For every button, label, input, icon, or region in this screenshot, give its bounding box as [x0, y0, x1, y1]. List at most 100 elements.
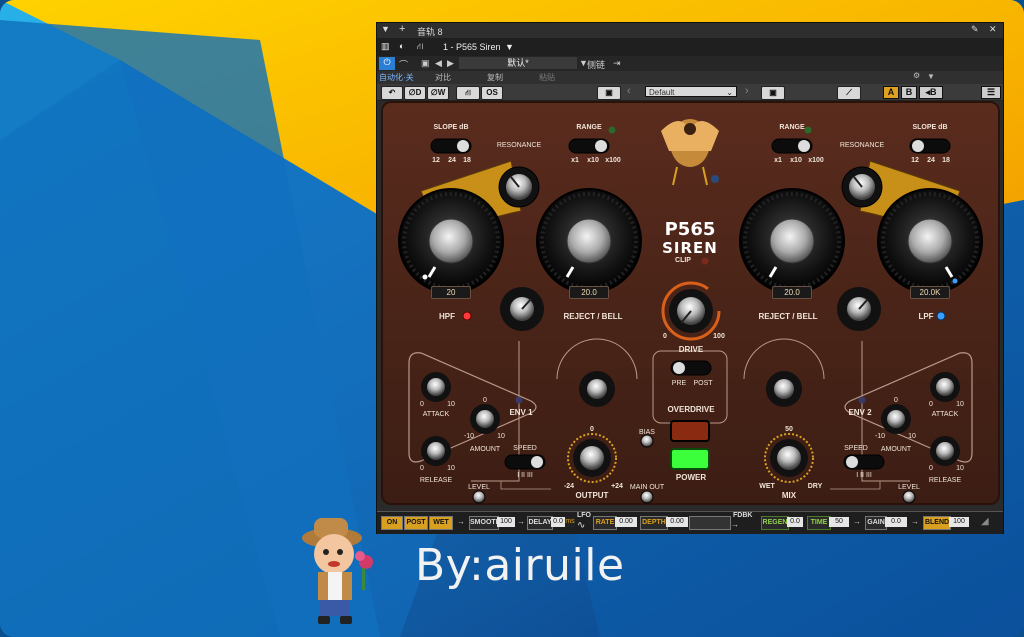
rate-value[interactable]: 0.00 [615, 517, 637, 527]
prev-preset-icon[interactable]: ◀ [435, 58, 442, 69]
left-bell-shape-knob [556, 338, 638, 407]
close-icon[interactable]: ✕ [989, 24, 997, 35]
arrow-right-icon: → [457, 517, 465, 526]
output-max: +24 [611, 483, 623, 490]
pin-icon[interactable]: ✎ [971, 24, 979, 35]
right-bell-value[interactable]: 20.0 [772, 286, 812, 299]
left-range-title: RANGE [576, 124, 602, 131]
plugin-slot-name[interactable]: 1 - P565 Siren [443, 42, 501, 52]
b-button[interactable]: B [901, 86, 917, 99]
power-toggle-icon[interactable]: ⏻ [379, 57, 395, 70]
right-range-x1: x1 [774, 157, 782, 164]
mix-dry: DRY [807, 483, 823, 490]
rack-icon[interactable]: ▥ [381, 41, 390, 52]
compare-button[interactable]: 对比 [435, 72, 451, 83]
automation-off-label[interactable]: 自动化·关 [379, 72, 414, 83]
preset-select[interactable]: Default ⌄ [645, 86, 737, 97]
gain-label: GAIN [865, 516, 887, 530]
env2-attack-knob [930, 372, 960, 402]
lfo-shape-selector[interactable] [689, 516, 731, 530]
blend-label: BLEND [923, 516, 951, 530]
smooth-label: SMOOTH [469, 516, 501, 530]
copy-button[interactable]: 复制 [487, 72, 503, 83]
delta-d-button[interactable]: ∅D [404, 86, 426, 100]
slot-dropdown-icon[interactable]: ▼ [505, 42, 514, 52]
brand-model: P565 [664, 219, 716, 240]
power-label: POWER [675, 473, 707, 482]
lpf-label: LPF [918, 312, 934, 321]
settings-dropdown-icon[interactable]: ▼ [927, 72, 935, 81]
lpf-knob [877, 188, 983, 294]
left-slope-opt-24: 24 [448, 157, 456, 164]
env1-title: ENV 1 [509, 408, 533, 417]
plugin-slot-bar: ▥ ◐ ⛙ 1 - P565 Siren ▼ [377, 38, 1003, 56]
left-range-led [608, 126, 616, 134]
bias-knob [640, 434, 654, 448]
delta-w-button[interactable]: ∅W [427, 86, 449, 100]
paste-button[interactable]: 粘贴 [539, 72, 555, 83]
a-button[interactable]: A [883, 86, 899, 99]
save-icon[interactable]: ▣ [597, 86, 621, 100]
output-knob [567, 433, 617, 483]
env2-amount-10: 10 [908, 433, 916, 440]
menu-triangle-icon[interactable]: ▼ [381, 24, 390, 34]
right-bell-label: REJECT / BELL [758, 312, 818, 321]
delay-value[interactable]: 0.0 [551, 517, 565, 527]
env1-led [515, 396, 523, 404]
arrow-right-icon: → [517, 517, 525, 526]
left-q-knob [500, 287, 544, 331]
drive-pre-label: PRE [671, 380, 687, 387]
sidechain-icon[interactable]: ⇥ [613, 58, 621, 69]
main-out-knob [640, 490, 654, 504]
settings-gear-icon[interactable]: ⚙ [913, 71, 920, 80]
right-range-x10: x10 [790, 157, 802, 164]
save-as-icon[interactable]: ▣ [761, 86, 785, 100]
depth-label: DEPTH [640, 516, 668, 530]
arrow-right-icon: → [853, 517, 861, 526]
env1-speed-opts: I II III [517, 472, 533, 479]
prev-icon[interactable]: ‹ [627, 85, 631, 97]
menu-icon[interactable]: ☰ [981, 86, 1001, 99]
left-slope-opt-12: 12 [432, 157, 440, 164]
resize-grip-icon[interactable]: ◢ [981, 516, 989, 527]
env2-level-label: LEVEL [898, 484, 920, 491]
next-preset-icon[interactable]: ▶ [447, 58, 454, 69]
output-label: OUTPUT [575, 491, 609, 500]
smooth-value[interactable]: 100 [497, 517, 515, 527]
depth-value[interactable]: 0.00 [666, 517, 688, 527]
curve-icon[interactable]: ⟋ [837, 86, 861, 100]
bias-label: BIAS [639, 429, 655, 436]
undo-icon[interactable]: ↶ [381, 86, 403, 100]
host-preset-select[interactable]: 默认* [459, 57, 577, 69]
lpf-led [936, 311, 946, 321]
hpf-label: HPF [439, 312, 455, 321]
oversampling-button[interactable]: OS [481, 86, 503, 100]
track-title: 音轨 8 [417, 27, 443, 37]
add-icon[interactable]: + [399, 23, 405, 35]
routing-button[interactable]: ⛙ [456, 86, 480, 100]
hpf-value[interactable]: 20 [431, 286, 471, 299]
clip-led [701, 257, 709, 265]
left-bell-value[interactable]: 20.0 [569, 286, 609, 299]
next-icon[interactable]: › [745, 85, 749, 97]
phase-icon: ∅ [430, 88, 438, 97]
meter-icon[interactable]: ◐ [399, 41, 404, 51]
lpf-value[interactable]: 20.0K [910, 286, 950, 299]
clip-label: CLIP [675, 257, 691, 264]
siren-bird-logo [661, 119, 719, 186]
gain-value[interactable]: 0.0 [885, 517, 907, 527]
sidechain-label[interactable]: 侧链 [587, 58, 605, 71]
mix-wet: WET [759, 483, 775, 490]
time-value[interactable]: 50 [829, 517, 849, 527]
routing-icon[interactable]: ⛙ [417, 41, 423, 53]
save-preset-icon[interactable]: ▣ [421, 58, 430, 69]
blend-value[interactable]: 100 [949, 517, 969, 527]
regen-value[interactable]: 0.0 [787, 517, 803, 527]
left-slope-opt-18: 18 [463, 157, 471, 164]
on-button[interactable]: ON [381, 516, 403, 530]
wet-button[interactable]: WET [429, 516, 453, 530]
chevron-down-icon: ⌄ [726, 88, 733, 97]
post-button[interactable]: POST [404, 516, 428, 530]
bypass-icon[interactable]: ⌒ [399, 58, 408, 71]
copy-ab-button[interactable]: ◂B [919, 86, 943, 99]
